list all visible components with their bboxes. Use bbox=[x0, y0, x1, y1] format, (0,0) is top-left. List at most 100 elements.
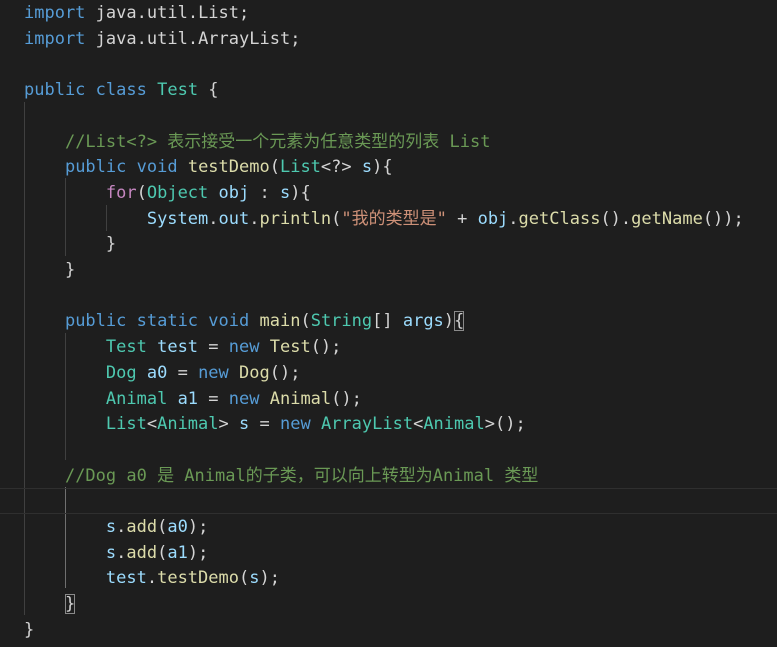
code-editor[interactable]: import java.util.List; import java.util.A… bbox=[0, 0, 777, 647]
code-token: ()); bbox=[702, 208, 744, 229]
code-token: ){ bbox=[372, 157, 393, 178]
code-token: a0 bbox=[146, 362, 168, 383]
code-token: } bbox=[24, 260, 76, 280]
code-line[interactable]: Test test = new Test(); bbox=[24, 334, 342, 360]
code-token: ( bbox=[157, 542, 168, 563]
code-line[interactable]: test.testDemo(s); bbox=[24, 565, 280, 591]
code-token: testDemo bbox=[187, 157, 270, 178]
code-token: . bbox=[187, 3, 199, 23]
code-token: } bbox=[24, 619, 35, 640]
code-line[interactable]: Animal a1 = new Animal(); bbox=[24, 386, 362, 412]
code-line[interactable]: } bbox=[24, 231, 116, 257]
code-token: void bbox=[136, 157, 178, 178]
code-line[interactable]: } bbox=[24, 617, 34, 643]
code-token: s bbox=[249, 568, 260, 589]
code-token: ); bbox=[259, 568, 280, 589]
code-token: > bbox=[218, 414, 239, 435]
code-token: class bbox=[95, 80, 147, 101]
code-token: s bbox=[105, 542, 117, 563]
code-token: //Dog a0 是 Animal的子类，可以向上转型为Animal 类型 bbox=[64, 465, 539, 486]
code-line[interactable]: //List<?> 表示接受一个元素为任意类型的列表 List bbox=[24, 129, 491, 155]
code-line[interactable]: s.add(a1); bbox=[24, 540, 208, 566]
code-token: import bbox=[24, 3, 86, 23]
code-line[interactable]: } bbox=[24, 591, 76, 617]
code-token: Test bbox=[269, 337, 311, 358]
code-token: for bbox=[105, 182, 137, 203]
code-token: + bbox=[446, 208, 478, 229]
code-token: args bbox=[402, 311, 444, 332]
code-token: new bbox=[228, 337, 260, 358]
code-token: String bbox=[310, 311, 373, 332]
code-token: s bbox=[105, 517, 117, 537]
code-line[interactable]: Dog a0 = new Dog(); bbox=[24, 360, 301, 386]
code-token: out bbox=[218, 208, 250, 229]
code-token: public bbox=[64, 157, 127, 178]
code-token: a1 bbox=[177, 388, 199, 409]
code-token: getClass bbox=[518, 208, 601, 229]
code-token: . bbox=[136, 28, 147, 49]
code-token: ( bbox=[269, 157, 280, 178]
code-line[interactable]: public class Test { bbox=[24, 77, 219, 103]
code-token: Animal bbox=[269, 388, 332, 409]
code-token: a1 bbox=[167, 542, 188, 563]
code-line[interactable]: import java.util.List; bbox=[24, 0, 249, 26]
code-token: = bbox=[198, 388, 229, 409]
code-token: Test bbox=[157, 80, 199, 101]
code-line[interactable]: } bbox=[24, 257, 75, 283]
code-token: ; bbox=[239, 3, 250, 23]
code-token: util bbox=[146, 28, 188, 49]
code-token: getName bbox=[631, 208, 703, 229]
code-line[interactable]: s.add(a0); bbox=[24, 514, 208, 540]
code-token: = bbox=[167, 362, 199, 383]
code-token: List bbox=[198, 3, 240, 23]
code-token: (); bbox=[310, 337, 342, 358]
code-token: a0 bbox=[167, 517, 188, 537]
code-token: (); bbox=[269, 362, 301, 383]
code-line[interactable]: public static void main(String[] args){ bbox=[24, 308, 465, 334]
code-token: Test bbox=[105, 337, 147, 358]
code-token: java bbox=[85, 3, 137, 23]
code-token: Dog bbox=[239, 362, 270, 383]
code-token: . bbox=[136, 3, 147, 23]
code-token: test bbox=[157, 337, 199, 358]
code-line[interactable]: System.out.println("我的类型是" + obj.getClas… bbox=[24, 206, 744, 232]
code-token: util bbox=[146, 3, 188, 23]
code-token: ( bbox=[300, 311, 311, 332]
code-line[interactable]: List<Animal> s = new ArrayList<Animal>()… bbox=[24, 411, 526, 437]
code-token: ( bbox=[157, 517, 168, 537]
code-token: new bbox=[198, 362, 229, 383]
code-token: . bbox=[208, 208, 219, 229]
code-token: static bbox=[136, 311, 199, 332]
matched-bracket: { bbox=[454, 311, 465, 332]
code-token: : bbox=[249, 182, 280, 203]
code-line[interactable]: for(Object obj : s){ bbox=[24, 180, 311, 206]
code-line[interactable]: public void testDemo(List<?> s){ bbox=[24, 154, 393, 180]
code-token: Object bbox=[146, 182, 209, 203]
code-token: Dog bbox=[105, 362, 137, 383]
code-line[interactable]: //Dog a0 是 Animal的子类，可以向上转型为Animal 类型 bbox=[24, 463, 538, 489]
code-token: void bbox=[208, 311, 250, 332]
code-token: { bbox=[198, 80, 219, 101]
code-token: (). bbox=[600, 208, 632, 229]
code-token: s bbox=[279, 182, 291, 203]
code-token: public bbox=[24, 80, 86, 101]
code-token: ( bbox=[238, 568, 250, 589]
code-line[interactable]: import java.util.ArrayList; bbox=[24, 26, 300, 52]
current-line[interactable] bbox=[0, 488, 777, 515]
code-token: ) bbox=[443, 311, 455, 332]
